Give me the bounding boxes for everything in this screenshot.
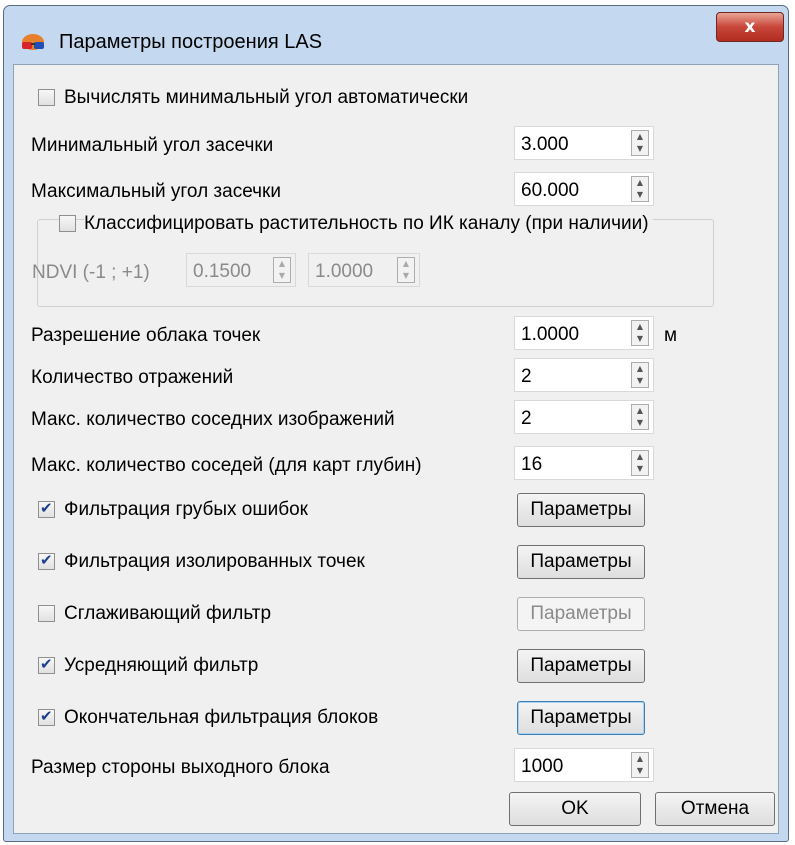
ndvi-max-spinbox[interactable]: 1.0000 ▲ ▼ <box>308 253 420 287</box>
filter-row-isolated-points: Фильтрация изолированных точек Параметры <box>14 543 780 579</box>
max-neighbor-images-row: Макс. количество соседних изображений 2 … <box>14 397 780 434</box>
filter-checkbox[interactable] <box>38 499 55 518</box>
filter-label: Сглаживающий фильтр <box>64 603 272 624</box>
spin-up-icon[interactable]: ▲ <box>632 177 648 189</box>
max-angle-value: 60.000 <box>521 180 580 201</box>
max-neighbors-depth-row: Макс. количество соседей (для карт глуби… <box>14 443 780 480</box>
title-bar[interactable]: Параметры построения LAS x <box>4 6 788 70</box>
filter-label: Окончательная фильтрация блоков <box>64 707 379 728</box>
resolution-row: Разрешение облака точек 1.0000 ▲ ▼ м <box>14 313 780 350</box>
min-angle-spinbox[interactable]: 3.000 ▲ ▼ <box>514 126 654 160</box>
spin-up-icon[interactable]: ▲ <box>632 405 648 417</box>
dialog-body: Вычислять минимальный угол автоматически… <box>13 64 779 834</box>
spin-down-icon[interactable]: ▼ <box>632 375 648 387</box>
auto-angle-checkbox[interactable] <box>38 89 55 106</box>
window-title: Параметры построения LAS <box>59 31 323 53</box>
vegetation-label: Классифицировать растительность по ИК ка… <box>84 213 653 235</box>
reflections-spinbox[interactable]: 2 ▲ ▼ <box>514 358 654 392</box>
cancel-button[interactable]: Отмена <box>655 792 775 826</box>
smoothing-params-button[interactable]: Параметры <box>517 597 645 631</box>
resolution-unit: м <box>664 325 678 346</box>
auto-angle-label: Вычислять минимальный угол автоматически <box>64 87 469 108</box>
ndvi-max-value: 1.0000 <box>315 261 374 282</box>
stereo-glasses-icon <box>22 34 44 50</box>
filter-label: Усредняющий фильтр <box>64 655 259 676</box>
min-angle-value: 3.000 <box>521 134 569 155</box>
close-button[interactable]: x <box>716 12 784 42</box>
max-neighbor-images-spinbox[interactable]: 2 ▲ ▼ <box>514 400 654 434</box>
spin-down-icon[interactable]: ▼ <box>632 143 648 155</box>
spin-up-icon[interactable]: ▲ <box>632 451 648 463</box>
spin-down-icon[interactable]: ▼ <box>632 333 648 345</box>
vegetation-checkbox[interactable] <box>59 215 76 232</box>
max-neighbors-depth-label: Макс. количество соседей (для карт глуби… <box>31 455 422 476</box>
spin-down-icon[interactable]: ▼ <box>632 417 648 429</box>
spin-up-icon[interactable]: ▲ <box>398 258 414 270</box>
filter-label: Фильтрация грубых ошибок <box>64 499 308 520</box>
max-angle-row: Максимальный угол засечки 60.000 ▲ ▼ <box>14 169 780 206</box>
close-icon: x <box>744 17 756 37</box>
spin-up-icon[interactable]: ▲ <box>632 753 648 765</box>
spin-up-icon[interactable]: ▲ <box>274 258 290 270</box>
max-neighbor-images-label: Макс. количество соседних изображений <box>31 409 395 430</box>
averaging-params-button[interactable]: Параметры <box>517 649 645 683</box>
block-size-spinbox[interactable]: 1000 ▲ ▼ <box>514 748 654 782</box>
spin-up-icon[interactable]: ▲ <box>632 363 648 375</box>
resolution-label: Разрешение облака точек <box>31 325 261 346</box>
reflections-label: Количество отражений <box>31 367 234 388</box>
spin-up-icon[interactable]: ▲ <box>632 321 648 333</box>
max-neighbor-images-value: 2 <box>521 408 532 429</box>
gross-errors-params-button[interactable]: Параметры <box>517 493 645 527</box>
spin-up-icon[interactable]: ▲ <box>632 131 648 143</box>
max-angle-spinbox[interactable]: 60.000 ▲ ▼ <box>514 172 654 206</box>
spin-down-icon[interactable]: ▼ <box>632 189 648 201</box>
ok-button[interactable]: OK <box>509 792 641 826</box>
dialog-window: Параметры построения LAS x Вычислять мин… <box>3 5 789 842</box>
resolution-spinbox[interactable]: 1.0000 ▲ ▼ <box>514 316 654 350</box>
spin-down-icon[interactable]: ▼ <box>632 765 648 777</box>
spin-down-icon[interactable]: ▼ <box>632 463 648 475</box>
final-blocks-params-button[interactable]: Параметры <box>517 701 645 735</box>
max-neighbors-depth-spinbox[interactable]: 16 ▲ ▼ <box>514 446 654 480</box>
auto-angle-row: Вычислять минимальный угол автоматически <box>14 81 780 117</box>
reflections-row: Количество отражений 2 ▲ ▼ <box>14 355 780 392</box>
reflections-value: 2 <box>521 366 532 387</box>
filter-row-gross-errors: Фильтрация грубых ошибок Параметры <box>14 491 780 527</box>
filter-checkbox[interactable] <box>38 551 55 570</box>
max-neighbors-depth-value: 16 <box>521 454 543 475</box>
block-size-value: 1000 <box>521 756 564 777</box>
block-size-row: Размер стороны выходного блока 1000 ▲ ▼ <box>14 745 780 782</box>
filter-checkbox[interactable] <box>38 655 55 674</box>
ndvi-min-value: 0.1500 <box>193 261 252 282</box>
min-angle-label: Минимальный угол засечки <box>31 135 274 156</box>
spin-down-icon[interactable]: ▼ <box>398 270 414 282</box>
ndvi-min-spinbox[interactable]: 0.1500 ▲ ▼ <box>186 253 296 287</box>
filter-row-smoothing: Сглаживающий фильтр Параметры <box>14 595 780 631</box>
filter-row-final-blocks: Окончательная фильтрация блоков Параметр… <box>14 699 780 735</box>
filter-row-averaging: Усредняющий фильтр Параметры <box>14 647 780 683</box>
min-angle-row: Минимальный угол засечки 3.000 ▲ ▼ <box>14 123 780 160</box>
max-angle-label: Максимальный угол засечки <box>31 181 281 202</box>
isolated-points-params-button[interactable]: Параметры <box>517 545 645 579</box>
ndvi-label: NDVI (-1 ; +1) <box>32 262 150 283</box>
block-size-label: Размер стороны выходного блока <box>31 757 330 778</box>
spin-down-icon[interactable]: ▼ <box>274 270 290 282</box>
resolution-value: 1.0000 <box>521 324 580 345</box>
filter-checkbox[interactable] <box>38 605 55 622</box>
filter-label: Фильтрация изолированных точек <box>64 551 365 572</box>
filter-checkbox[interactable] <box>38 707 55 726</box>
